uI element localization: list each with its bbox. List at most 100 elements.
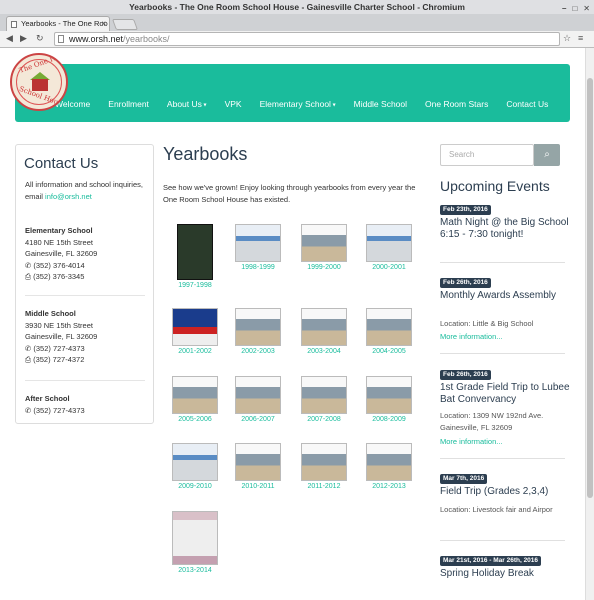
yearbook-item[interactable]: 2002-2003 bbox=[229, 308, 287, 355]
yearbook-item[interactable]: 2006-2007 bbox=[229, 376, 287, 423]
event-title[interactable]: Math Night @ the Big School 6:15 - 7:30 … bbox=[440, 217, 570, 241]
yearbook-label[interactable]: 2001-2002 bbox=[166, 348, 224, 355]
nav-item-vpk[interactable]: VPK bbox=[225, 99, 242, 109]
yearbook-label[interactable]: 2003-2004 bbox=[295, 348, 353, 355]
search-button[interactable]: ⌕ bbox=[534, 144, 560, 166]
yearbook-item[interactable]: 2007-2008 bbox=[295, 376, 353, 423]
yearbook-item[interactable]: 2008-2009 bbox=[360, 376, 418, 423]
back-icon[interactable]: ◀ bbox=[6, 33, 13, 44]
yearbook-label[interactable]: 2002-2003 bbox=[229, 348, 287, 355]
yearbook-label[interactable]: 1997-1998 bbox=[166, 282, 224, 289]
yearbook-label[interactable]: 2010-2011 bbox=[229, 483, 287, 490]
divider bbox=[25, 380, 145, 381]
yearbook-cover[interactable] bbox=[366, 443, 412, 481]
yearbook-item[interactable]: 1999-2000 bbox=[295, 224, 353, 271]
yearbook-item[interactable]: 2005-2006 bbox=[166, 376, 224, 423]
yearbook-label[interactable]: 2008-2009 bbox=[360, 416, 418, 423]
menu-icon[interactable]: ≡ bbox=[578, 33, 583, 43]
yearbook-label[interactable]: 2011-2012 bbox=[295, 483, 353, 490]
yearbook-label[interactable]: 2009-2010 bbox=[166, 483, 224, 490]
event-title[interactable]: Spring Holiday Break bbox=[440, 568, 570, 580]
middle-addr2: Gainesville, FL 32609 bbox=[25, 332, 98, 341]
contact-email-link[interactable]: info@orsh.net bbox=[45, 192, 92, 201]
yearbook-item[interactable]: 2003-2004 bbox=[295, 308, 353, 355]
nav-item-contact-us[interactable]: Contact Us bbox=[506, 99, 548, 109]
page-title: Yearbooks bbox=[163, 144, 248, 164]
yearbook-cover[interactable] bbox=[301, 224, 347, 262]
event-title[interactable]: Monthly Awards Assembly bbox=[440, 290, 570, 302]
contact-heading: Contact Us bbox=[24, 155, 99, 172]
tab-close-icon[interactable]: × bbox=[101, 17, 106, 31]
contact-panel: Contact Us All information and school in… bbox=[15, 144, 154, 424]
yearbook-item[interactable]: 2011-2012 bbox=[295, 443, 353, 490]
yearbook-item[interactable]: 2000-2001 bbox=[360, 224, 418, 271]
chevron-down-icon: ▾ bbox=[330, 102, 336, 109]
yearbook-item[interactable]: 2004-2005 bbox=[360, 308, 418, 355]
yearbook-item[interactable]: 2010-2011 bbox=[229, 443, 287, 490]
yearbook-label[interactable]: 1998-1999 bbox=[229, 264, 287, 271]
divider bbox=[25, 295, 145, 296]
main-nav: Welcome Enrollment About Us ▾ VPK Elementary… bbox=[55, 99, 548, 109]
yearbook-item[interactable]: 2001-2002 bbox=[166, 308, 224, 355]
forward-icon[interactable]: ▶ bbox=[20, 33, 27, 44]
yearbook-cover[interactable] bbox=[235, 224, 281, 262]
address-bar[interactable]: www.orsh.net/yearbooks/ bbox=[54, 32, 560, 46]
new-tab-button[interactable] bbox=[111, 19, 139, 30]
site-navbar: Welcome Enrollment About Us ▾ VPK Elementary… bbox=[15, 64, 570, 122]
search-input[interactable]: Search bbox=[440, 144, 534, 166]
yearbook-cover[interactable] bbox=[172, 511, 218, 565]
middle-addr1: 3930 NE 15th Street bbox=[25, 320, 93, 330]
scrollbar-thumb[interactable] bbox=[587, 78, 593, 498]
event-title[interactable]: 1st Grade Field Trip to Lubee Bat Conver… bbox=[440, 382, 570, 406]
yearbook-cover[interactable] bbox=[172, 308, 218, 346]
yearbook-cover[interactable] bbox=[177, 224, 213, 280]
yearbook-label[interactable]: 2000-2001 bbox=[360, 264, 418, 271]
yearbook-cover[interactable] bbox=[366, 308, 412, 346]
page-scrollbar[interactable] bbox=[585, 48, 594, 600]
yearbook-cover[interactable] bbox=[172, 443, 218, 481]
search-icon: ⌕ bbox=[544, 149, 550, 160]
yearbook-cover[interactable] bbox=[235, 376, 281, 414]
bookmark-star-icon[interactable]: ☆ bbox=[563, 33, 571, 44]
nav-item-middle-school[interactable]: Middle School bbox=[354, 99, 407, 109]
yearbook-label[interactable]: 2013-2014 bbox=[166, 567, 224, 574]
yearbook-label[interactable]: 2007-2008 bbox=[295, 416, 353, 423]
reload-icon[interactable]: ↻ bbox=[36, 33, 44, 44]
yearbook-cover[interactable] bbox=[235, 443, 281, 481]
browser-tab[interactable]: Yearbooks - The One Roo × bbox=[6, 16, 110, 31]
yearbook-label[interactable]: 2012-2013 bbox=[360, 483, 418, 490]
divider bbox=[440, 262, 565, 263]
event-date-badge: Feb 26th, 2016 bbox=[440, 370, 491, 380]
nav-item-label: Elementary School bbox=[259, 99, 331, 109]
yearbook-cover[interactable] bbox=[366, 224, 412, 262]
yearbook-cover[interactable] bbox=[301, 443, 347, 481]
nav-item-label: One Room Stars bbox=[425, 99, 489, 109]
yearbook-cover[interactable] bbox=[301, 308, 347, 346]
yearbook-item[interactable]: 1998-1999 bbox=[229, 224, 287, 271]
yearbook-label[interactable]: 2005-2006 bbox=[166, 416, 224, 423]
yearbook-item[interactable]: 1997-1998 bbox=[166, 224, 224, 289]
event-location: Location: Livestock fair and Airpor bbox=[440, 505, 553, 514]
yearbook-cover[interactable] bbox=[172, 376, 218, 414]
yearbook-label[interactable]: 1999-2000 bbox=[295, 264, 353, 271]
nav-item-elementary-school[interactable]: Elementary School ▾ bbox=[260, 99, 336, 109]
yearbook-cover[interactable] bbox=[301, 376, 347, 414]
elementary-contact: Elementary School 4180 NE 15th Street Ga… bbox=[25, 225, 97, 283]
nav-item-about-us[interactable]: About Us ▾ bbox=[167, 99, 207, 109]
yearbook-label[interactable]: 2006-2007 bbox=[229, 416, 287, 423]
yearbook-label[interactable]: 2004-2005 bbox=[360, 348, 418, 355]
school-logo[interactable]: The One Room School House bbox=[10, 53, 68, 111]
event-more-link[interactable]: More information... bbox=[440, 331, 570, 343]
tab-bar: Yearbooks - The One Roo × bbox=[0, 14, 594, 31]
yearbook-cover[interactable] bbox=[235, 308, 281, 346]
nav-item-enrollment[interactable]: Enrollment bbox=[108, 99, 149, 109]
event-title[interactable]: Field Trip (Grades 2,3,4) bbox=[440, 486, 570, 498]
yearbook-item[interactable]: 2013-2014 bbox=[166, 511, 224, 574]
nav-item-one-room-stars[interactable]: One Room Stars bbox=[425, 99, 488, 109]
yearbook-cover[interactable] bbox=[366, 376, 412, 414]
yearbook-item[interactable]: 2012-2013 bbox=[360, 443, 418, 490]
event-more-link[interactable]: More information... bbox=[440, 436, 570, 448]
middle-contact: Middle School 3930 NE 15th Street Gaines… bbox=[25, 308, 97, 366]
yearbook-item[interactable]: 2009-2010 bbox=[166, 443, 224, 490]
after-phone: (352) 727-4373 bbox=[33, 405, 85, 415]
